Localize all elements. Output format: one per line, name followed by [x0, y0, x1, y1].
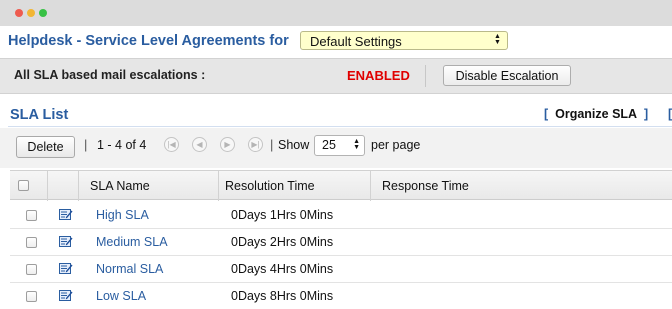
table-row: Normal SLA 0Days 4Hrs 0Mins [10, 256, 672, 283]
list-toolbar: Delete | 1 - 4 of 4 |◀ ◀ ▶ ▶| | Show 25 … [0, 128, 672, 168]
escalation-status-badge: ENABLED [347, 68, 410, 83]
select-arrows-icon: ▲ ▼ [353, 138, 360, 151]
column-header-sla-name[interactable]: SLA Name [90, 179, 150, 193]
table-row: Medium SLA 0Days 2Hrs 0Mins [10, 229, 672, 256]
row-checkbox[interactable] [26, 237, 37, 248]
row-checkbox[interactable] [26, 264, 37, 275]
table-header: SLA Name Resolution Time Response Time [10, 170, 672, 201]
settings-select[interactable]: Default Settings ▲ ▼ [300, 31, 508, 50]
next-page-icon[interactable]: ▶ [220, 137, 235, 152]
browser-window: Helpdesk - Service Level Agreements for … [0, 0, 672, 309]
sla-list-title: SLA List [10, 107, 69, 123]
select-arrows-icon: ▲ ▼ [494, 33, 501, 46]
column-divider [78, 171, 79, 201]
sla-name-link[interactable]: Low SLA [96, 289, 146, 303]
select-all-checkbox[interactable] [18, 180, 29, 191]
section-divider [8, 126, 672, 127]
pagination-range: 1 - 4 of 4 [97, 138, 147, 152]
escalation-divider [425, 65, 426, 87]
page-title: Helpdesk - Service Level Agreements for [8, 33, 289, 49]
per-page-select[interactable]: 25 ▲ ▼ [314, 135, 365, 156]
resolution-time: 0Days 2Hrs 0Mins [231, 235, 334, 249]
maximize-window-icon[interactable] [39, 9, 47, 17]
organize-sla-link[interactable]: [ Organize SLA ] [544, 107, 648, 121]
first-page-icon[interactable]: |◀ [164, 137, 179, 152]
column-divider [47, 171, 48, 201]
last-page-icon[interactable]: ▶| [248, 137, 263, 152]
page-header: Helpdesk - Service Level Agreements for … [0, 26, 672, 58]
bracket-close: ] [644, 107, 649, 121]
row-checkbox[interactable] [26, 291, 37, 302]
previous-page-icon[interactable]: ◀ [192, 137, 207, 152]
sla-name-link[interactable]: Medium SLA [96, 235, 168, 249]
close-window-icon[interactable] [15, 9, 23, 17]
resolution-time: 0Days 4Hrs 0Mins [231, 262, 334, 276]
escalation-bar: All SLA based mail escalations : ENABLED… [0, 58, 672, 94]
per-page-value: 25 [322, 138, 336, 152]
column-divider [370, 171, 371, 201]
table-row: High SLA 0Days 1Hrs 0Mins [10, 202, 672, 229]
settings-select-value: Default Settings [310, 34, 402, 49]
per-page-label: per page [371, 138, 421, 152]
column-header-response-time[interactable]: Response Time [382, 179, 469, 193]
next-link-bracket: [ [668, 107, 672, 121]
sla-list-panel: SLA List [ Organize SLA ] [ Delete | 1 -… [0, 94, 672, 309]
toolbar-separator: | [270, 137, 274, 152]
minimize-window-icon[interactable] [27, 9, 35, 17]
show-label: Show [278, 138, 310, 152]
resolution-time: 0Days 8Hrs 0Mins [231, 289, 334, 303]
bracket-open: [ [544, 107, 549, 121]
resolution-time: 0Days 1Hrs 0Mins [231, 208, 334, 222]
column-header-resolution-time[interactable]: Resolution Time [225, 179, 315, 193]
edit-icon[interactable] [59, 262, 73, 274]
edit-icon[interactable] [59, 289, 73, 301]
disable-escalation-button[interactable]: Disable Escalation [443, 65, 571, 86]
sla-name-link[interactable]: Normal SLA [96, 262, 163, 276]
edit-icon[interactable] [59, 235, 73, 247]
edit-icon[interactable] [59, 208, 73, 220]
organize-sla-label: Organize SLA [555, 107, 638, 121]
column-divider [218, 171, 219, 201]
table-row: Low SLA 0Days 8Hrs 0Mins [10, 283, 672, 309]
delete-button[interactable]: Delete [16, 136, 75, 158]
escalation-label: All SLA based mail escalations : [14, 68, 206, 82]
row-checkbox[interactable] [26, 210, 37, 221]
sla-name-link[interactable]: High SLA [96, 208, 149, 222]
window-titlebar [0, 0, 672, 26]
toolbar-separator: | [84, 137, 88, 152]
